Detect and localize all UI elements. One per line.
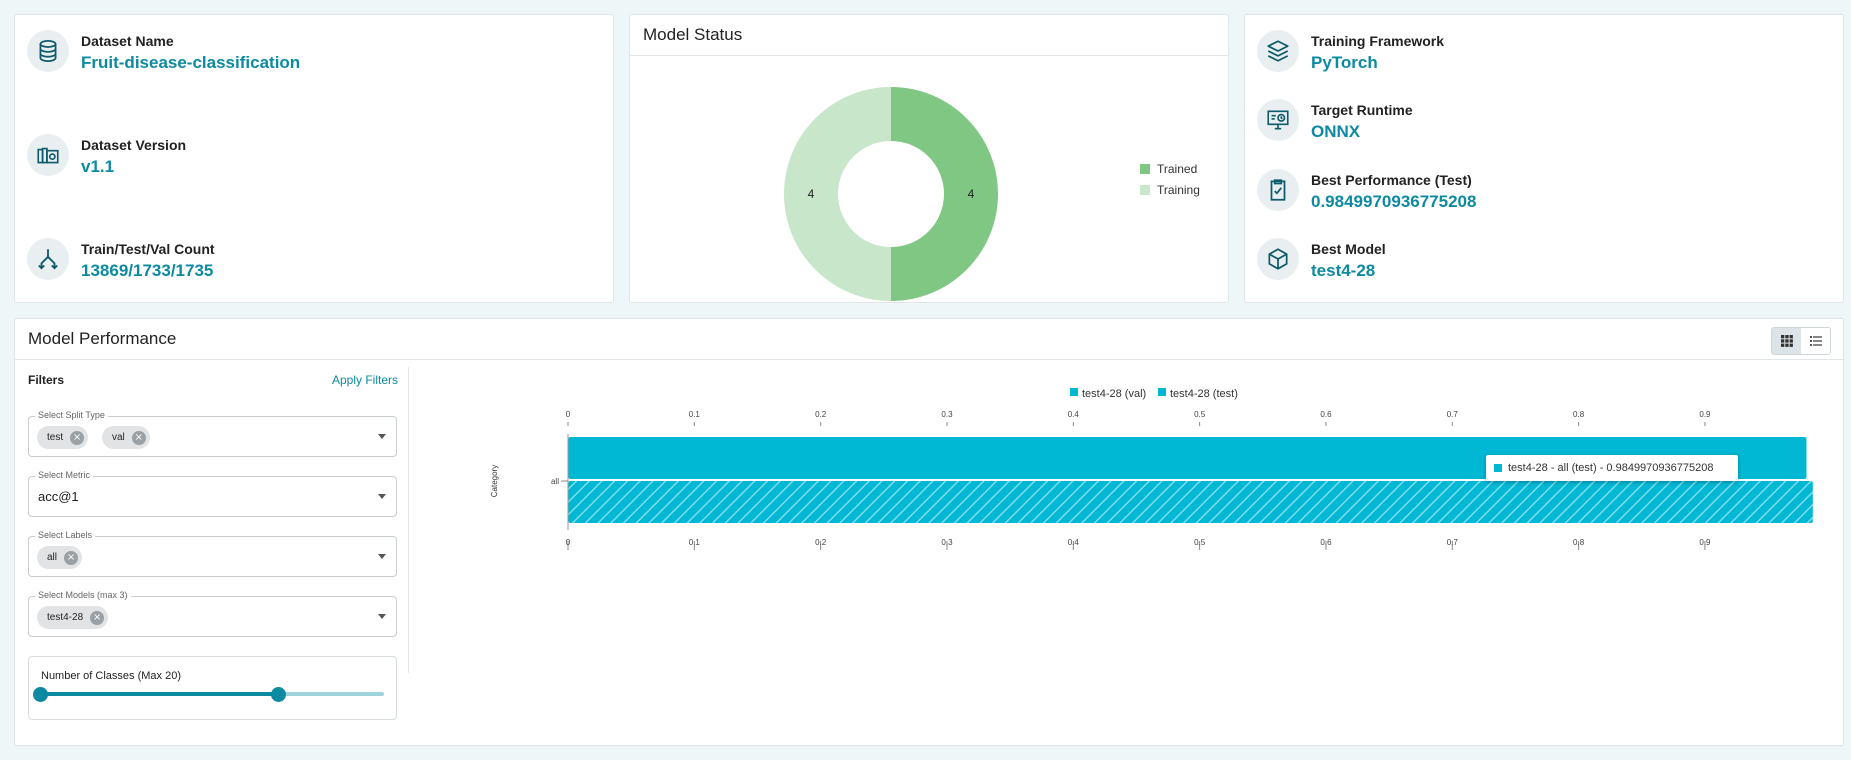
split-type-select-label: Select Split Type [35,410,108,420]
framework-item: Training Framework PyTorch [1257,30,1444,74]
chevron-down-icon[interactable] [378,554,386,559]
dataset-info-card: Dataset Name Fruit-disease-classificatio… [14,14,614,303]
runtime-label: Target Runtime [1311,102,1413,118]
split-chip-test[interactable]: test × [37,426,89,449]
model-chip-label: test4-28 [47,612,84,623]
cube-icon [1257,238,1299,280]
model-status-card: Model Status 44 Trained Training [629,14,1229,303]
models-select-label: Select Models (max 3) [35,590,131,600]
chart-tooltip: test4-28 - all (test) - 0.98499709367752… [1486,455,1738,481]
slider-track[interactable] [41,692,278,696]
database-icon [27,30,69,72]
list-view-button[interactable] [1801,328,1830,354]
legend-label-training: Training [1157,183,1200,197]
dataset-version-item: Dataset Version v1.1 [27,134,186,178]
view-toggle [1771,327,1831,355]
remove-chip-icon[interactable]: × [131,430,146,445]
model-info-card: Training Framework PyTorch Target Runtim… [1244,14,1844,303]
labels-select[interactable]: Select Labels all × [28,530,397,577]
donut-value-label: 4 [968,187,975,201]
legend-item-trained[interactable]: Trained [1140,162,1197,176]
model-status-donut-chart: 44 [784,87,998,301]
split-type-select[interactable]: Select Split Type test × val × [28,410,397,457]
remove-chip-icon[interactable]: × [70,430,85,445]
split-count-item: Train/Test/Val Count 13869/1733/1735 [27,238,215,282]
legend-item-training[interactable]: Training [1140,183,1200,197]
legend-swatch-training [1140,185,1150,195]
dataset-version-value: v1.1 [81,157,115,176]
split-count-label: Train/Test/Val Count [81,241,215,257]
model-performance-card: Model Performance Filters Apply Filters … [14,318,1844,746]
monitor-settings-icon [1257,99,1299,141]
split-icon [27,238,69,280]
dataset-version-icon [27,134,69,176]
classes-slider-box: Number of Classes (Max 20) [28,656,397,720]
best-model-label: Best Model [1311,241,1386,257]
dataset-name-item: Dataset Name Fruit-disease-classificatio… [27,30,300,74]
split-chip-test-label: test [47,432,64,443]
chevron-down-icon[interactable] [378,494,386,499]
grid-icon [1780,335,1793,347]
legend-label-trained: Trained [1157,162,1198,176]
dataset-name-label: Dataset Name [81,33,174,49]
best-model-item: Best Model test4-28 [1257,238,1386,282]
remove-chip-icon[interactable]: × [90,610,105,625]
metric-select-value: acc@1 [38,489,79,504]
clipboard-check-icon [1257,169,1299,211]
tooltip-swatch [1494,464,1502,472]
donut-slice-trained[interactable] [891,87,998,301]
split-chip-val-label: val [112,432,125,443]
classes-slider-label: Number of Classes (Max 20) [41,670,181,682]
model-status-title: Model Status [630,15,1228,56]
metric-select-label: Select Metric [35,470,94,480]
runtime-value: ONNX [1311,122,1361,141]
best-performance-item: Best Performance (Test) 0.98499709367752… [1257,169,1476,213]
dataset-version-label: Dataset Version [81,137,187,153]
apply-filters-button[interactable]: Apply Filters [332,373,398,387]
donut-slice-training[interactable] [784,87,891,301]
dataset-name-value: Fruit-disease-classification [81,53,301,72]
list-icon [1809,336,1822,346]
best-performance-label: Best Performance (Test) [1311,172,1472,188]
model-performance-title: Model Performance [15,319,1843,360]
model-chip-test4-28[interactable]: test4-28 × [37,606,109,629]
label-chip-all[interactable]: all × [37,546,83,569]
donut-value-label: 4 [808,187,815,201]
slider-thumb-max[interactable] [271,687,286,702]
framework-label: Training Framework [1311,33,1445,49]
legend-swatch-trained [1140,164,1150,174]
split-count-value: 13869/1733/1735 [81,261,214,280]
labels-select-label: Select Labels [35,530,96,540]
models-select[interactable]: Select Models (max 3) test4-28 × [28,590,397,637]
framework-value: PyTorch [1311,53,1378,72]
split-chip-val[interactable]: val × [102,426,150,449]
chevron-down-icon[interactable] [378,434,386,439]
slider-thumb-min[interactable] [33,687,48,702]
best-model-value: test4-28 [1311,261,1376,280]
chevron-down-icon[interactable] [378,614,386,619]
grid-view-button[interactable] [1772,328,1801,354]
layers-icon [1257,30,1299,72]
label-chip-all-label: all [47,552,58,563]
filters-title: Filters [28,373,65,387]
panel-divider [408,367,409,673]
metric-select[interactable]: Select Metric acc@1 [28,470,397,517]
remove-chip-icon[interactable]: × [64,550,79,565]
tooltip-text: test4-28 - all (test) - 0.98499709367752… [1508,462,1714,474]
runtime-item: Target Runtime ONNX [1257,99,1413,143]
best-performance-value: 0.9849970936775208 [1311,192,1477,211]
